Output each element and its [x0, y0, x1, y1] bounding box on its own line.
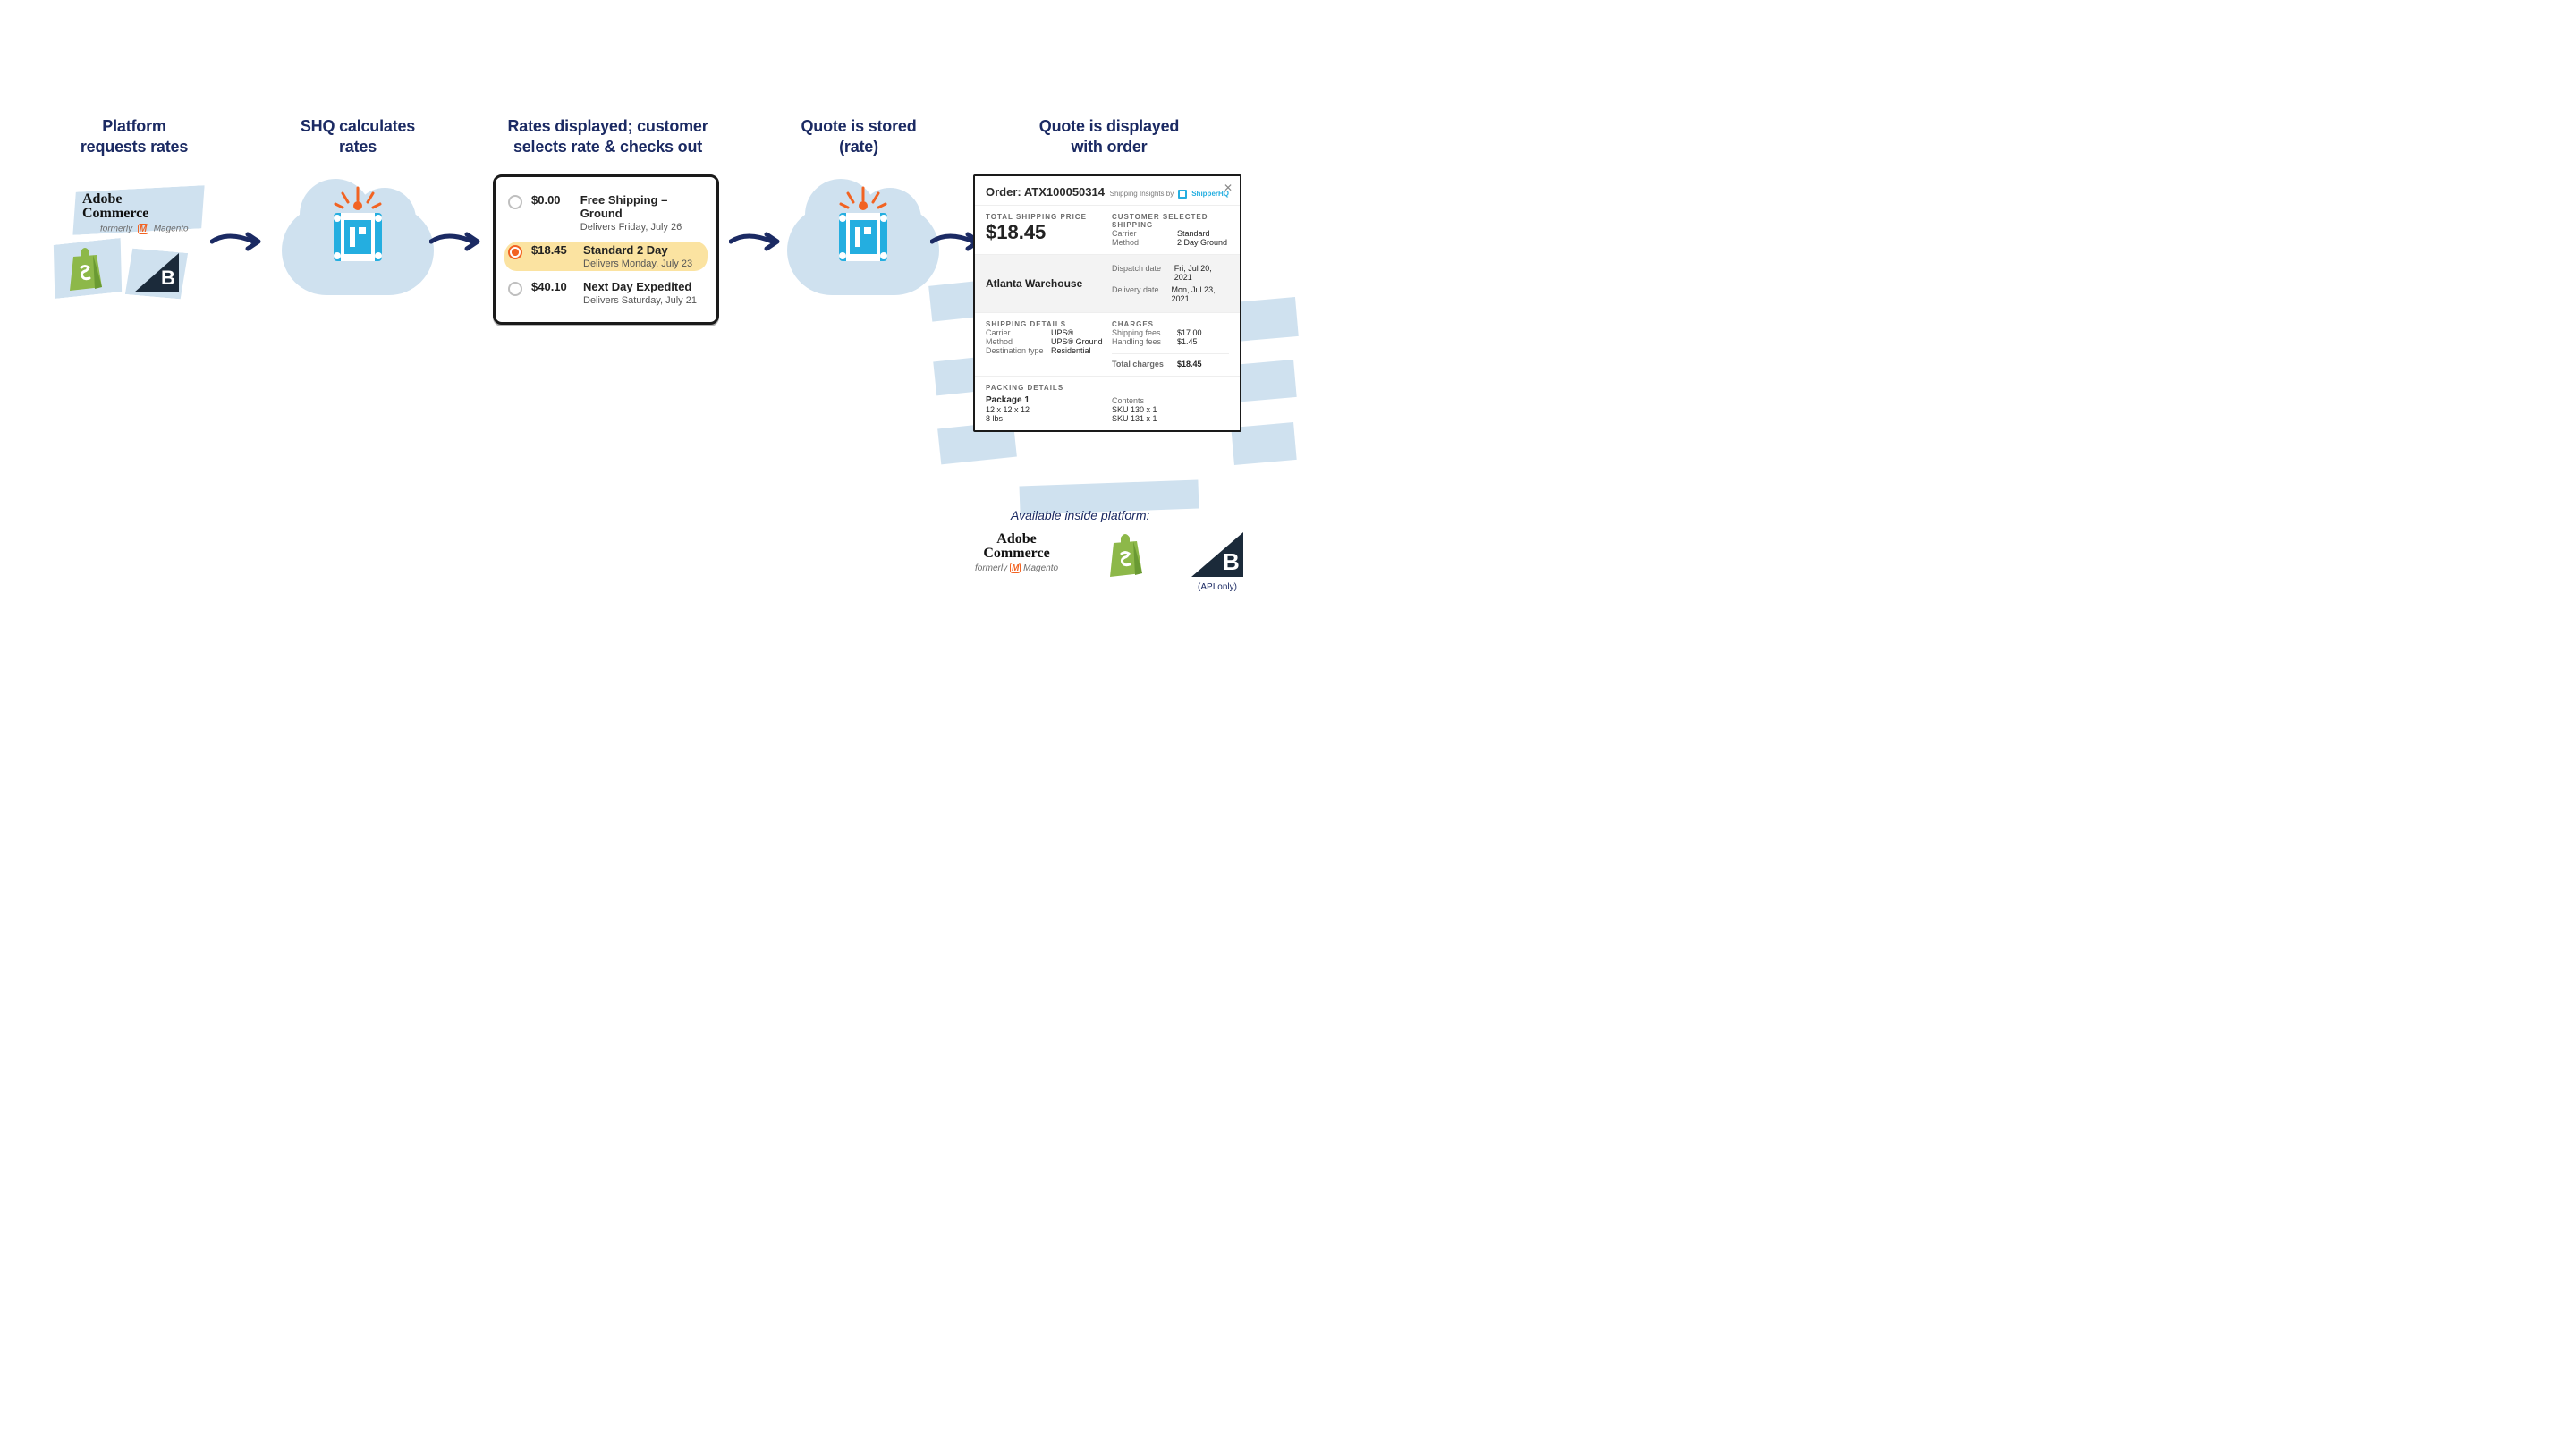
dispatch-date: Dispatch dateFri, Jul 20, 2021 — [1112, 264, 1229, 282]
rate-price: $0.00 — [531, 193, 572, 207]
platform-cluster: Adobe Commerce formerly M Magento B — [45, 192, 224, 326]
close-icon[interactable]: ✕ — [1224, 182, 1233, 194]
arrow-icon — [210, 224, 264, 259]
rate-delivery: Delivers Saturday, July 21 — [583, 295, 697, 306]
shopify-logo — [1105, 532, 1146, 579]
bigcommerce-icon: B — [134, 253, 179, 292]
package-sku: SKU 131 x 1 — [1112, 414, 1229, 423]
radio-icon[interactable] — [508, 282, 522, 296]
magento-icon: M — [138, 224, 148, 234]
charge-shipping: Shipping fees$17.00 — [1112, 328, 1229, 337]
step-1-title: Platform requests rates — [49, 116, 219, 157]
rate-option[interactable]: $40.10 Next Day Expedited Delivers Saturda… — [496, 275, 716, 311]
rate-option[interactable]: $18.45 Standard 2 DayDelivers Monday, Jul… — [496, 238, 716, 275]
selected-carrier: CarrierStandard — [1112, 229, 1229, 238]
radio-icon[interactable] — [508, 245, 522, 259]
package-dims: 12 x 12 x 12 — [986, 405, 1103, 414]
ship-carrier: CarrierUPS® — [986, 328, 1103, 337]
svg-text:B: B — [1223, 548, 1240, 575]
charge-handling: Handling fees$1.45 — [1112, 337, 1229, 346]
warehouse-name: Atlanta Warehouse — [986, 277, 1103, 290]
shq-cloud-icon — [282, 179, 434, 295]
arrow-icon — [429, 224, 483, 259]
api-only-label: (API only) — [1198, 582, 1237, 592]
rates-panel: $0.00 Free Shipping – Ground Delivers Frid… — [493, 174, 719, 325]
rate-name: Free Shipping – Ground — [580, 193, 704, 220]
shipperhq-icon — [832, 186, 894, 267]
shipping-details-label: SHIPPING DETAILS — [986, 320, 1103, 328]
order-panel: ✕ Order: ATX100050314 Shipping Insights … — [973, 174, 1241, 432]
packing-details-label: PACKING DETAILS — [986, 384, 1103, 392]
rate-price: $18.45 — [531, 243, 574, 257]
bigcommerce-logo: B (API only) — [1191, 532, 1243, 592]
shipping-insights-by: Shipping Insights by ShipperHQ — [1110, 187, 1229, 199]
total-shipping-price: $18.45 — [986, 221, 1103, 244]
step-3-title: Rates displayed; customer selects rate &… — [480, 116, 735, 157]
step-4-title: Quote is stored (rate) — [769, 116, 948, 157]
total-shipping-price-label: TOTAL SHIPPING PRICE — [986, 213, 1103, 221]
rate-price: $40.10 — [531, 280, 574, 293]
shipperhq-icon — [326, 186, 389, 267]
package-sku: SKU 130 x 1 — [1112, 405, 1229, 414]
svg-text:B: B — [161, 267, 175, 289]
ship-method: MethodUPS® Ground — [986, 337, 1103, 346]
selected-method: Method2 Day Ground — [1112, 238, 1229, 247]
shq-cloud-icon — [787, 179, 939, 295]
available-platforms: Adobe Commerce formerly M Magento B (API… — [975, 532, 1243, 592]
customer-selected-shipping-label: CUSTOMER SELECTED SHIPPING — [1112, 213, 1229, 229]
step-2-title: SHQ calculates rates — [268, 116, 447, 157]
rate-option[interactable]: $0.00 Free Shipping – Ground Delivers Frid… — [496, 188, 716, 238]
available-inside-platform-label: Available inside platform: — [1011, 508, 1149, 522]
contents-label: Contents — [1112, 396, 1229, 405]
rate-delivery: Delivers Monday, July 23 — [583, 258, 692, 269]
ship-destination-type: Destination typeResidential — [986, 346, 1103, 355]
package-name: Package 1 — [986, 395, 1103, 405]
charges-label: CHARGES — [1112, 320, 1229, 328]
radio-icon[interactable] — [508, 195, 522, 209]
shopify-icon — [1105, 532, 1146, 579]
rate-name: Next Day Expedited — [583, 280, 697, 293]
shopify-icon — [64, 246, 106, 292]
order-title: Order: ATX100050314 — [986, 185, 1105, 199]
package-weight: 8 lbs — [986, 414, 1103, 423]
rate-delivery: Delivers Friday, July 26 — [580, 222, 704, 233]
bigcommerce-icon: B — [1191, 532, 1243, 577]
adobe-commerce-logo: Adobe Commerce formerly M Magento — [975, 532, 1058, 573]
step-5-title: Quote is displayed with order — [1002, 116, 1216, 157]
delivery-date: Delivery dateMon, Jul 23, 2021 — [1112, 285, 1229, 303]
arrow-icon — [729, 224, 783, 259]
rate-name: Standard 2 Day — [583, 243, 692, 257]
charge-total: Total charges$18.45 — [1112, 353, 1229, 369]
magento-icon: M — [1010, 563, 1021, 573]
adobe-commerce-logo: Adobe Commerce — [82, 192, 148, 221]
adobe-formerly-magento: formerly M Magento — [100, 224, 189, 234]
tape-piece — [1233, 297, 1299, 342]
shipperhq-logo-icon — [1177, 187, 1188, 199]
